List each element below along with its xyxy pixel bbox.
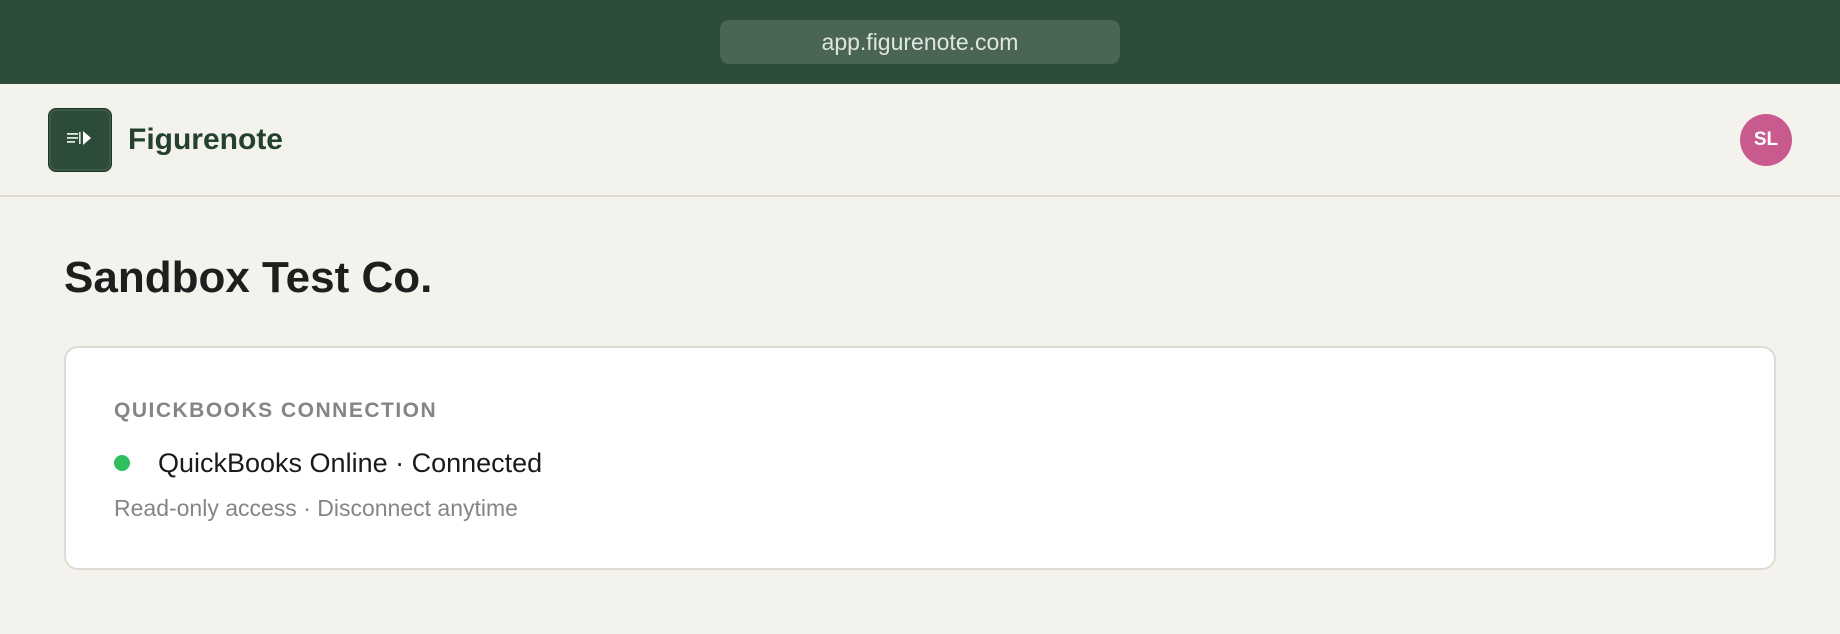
card-heading: QUICKBOOKS CONNECTION [114, 399, 438, 422]
url-field[interactable]: app.figurenote.com [720, 20, 1120, 64]
connection-status-row: QuickBooks Online · Connected [114, 445, 542, 481]
app-logo[interactable] [48, 108, 112, 172]
browser-address-bar: app.figurenote.com [0, 0, 1840, 84]
page-title: Sandbox Test Co. [64, 253, 433, 302]
brand-name: Figurenote [128, 123, 283, 156]
user-avatar[interactable]: SL [1740, 114, 1792, 166]
app-header: Figurenote SL [0, 84, 1840, 197]
connection-access-note: Read-only access · Disconnect anytime [114, 495, 518, 521]
connection-status-text: QuickBooks Online · Connected [158, 448, 543, 478]
document-play-icon [67, 131, 91, 145]
connected-status-dot-icon [114, 455, 130, 471]
quickbooks-connection-card: QUICKBOOKS CONNECTION QuickBooks Online … [64, 346, 1776, 570]
